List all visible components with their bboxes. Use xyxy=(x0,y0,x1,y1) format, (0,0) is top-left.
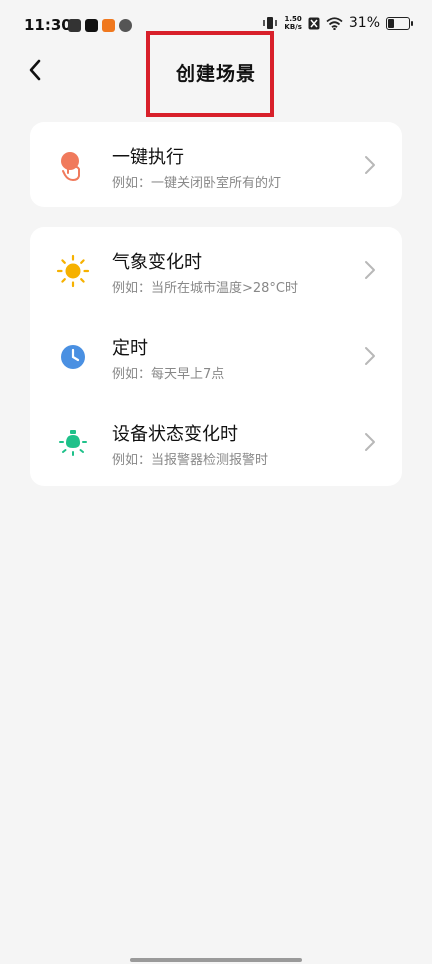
row-subtitle: 例如：每天早上7点 xyxy=(112,367,225,382)
chevron-right-icon xyxy=(365,347,375,365)
clock-icon xyxy=(56,340,90,374)
status-right-group: 1.50 KB/s 31% xyxy=(262,15,413,31)
battery-percent: 31% xyxy=(348,15,380,31)
vibrate-icon xyxy=(263,17,278,29)
chevron-left-icon xyxy=(29,59,41,81)
row-title: 设备状态变化时 xyxy=(112,424,238,445)
page-title: 创建场景 xyxy=(176,63,257,85)
auto-scene-card: 气象变化时 例如：当所在城市温度>28°C时 定时 例如：每天早上7点 设备状态… xyxy=(30,227,402,486)
fan-app-icon xyxy=(119,19,132,32)
row-weather-change[interactable]: 气象变化时 例如：当所在城市温度>28°C时 xyxy=(30,227,402,313)
row-one-key-execute[interactable]: 一键执行 例如：一键关闭卧室所有的灯 xyxy=(30,122,402,208)
status-time: 11:30 xyxy=(24,16,72,34)
network-speed: 1.50 KB/s xyxy=(284,15,301,31)
chevron-right-icon xyxy=(365,261,375,279)
sun-icon xyxy=(56,254,90,288)
tap-hand-icon xyxy=(56,149,90,183)
network-speed-unit: KB/s xyxy=(284,23,302,31)
wifi-icon xyxy=(326,16,343,30)
home-indicator[interactable] xyxy=(130,958,302,962)
row-timer[interactable]: 定时 例如：每天早上7点 xyxy=(30,313,402,399)
row-title: 定时 xyxy=(112,338,148,359)
tiktok-icon xyxy=(85,19,98,32)
row-subtitle: 例如：一键关闭卧室所有的灯 xyxy=(112,176,282,191)
manual-scene-card: 一键执行 例如：一键关闭卧室所有的灯 xyxy=(30,122,402,207)
row-subtitle: 例如：当报警器检测报警时 xyxy=(112,453,269,468)
back-button[interactable] xyxy=(22,56,48,84)
battery-icon xyxy=(386,16,413,30)
leaf-app-icon xyxy=(68,19,81,32)
network-speed-value: 1.50 xyxy=(284,15,302,23)
row-title: 一键执行 xyxy=(112,147,184,168)
chevron-right-icon xyxy=(365,433,375,451)
chevron-right-icon xyxy=(365,156,375,174)
bulb-icon xyxy=(56,426,90,460)
sim-icon xyxy=(308,17,320,29)
row-device-status-change[interactable]: 设备状态变化时 例如：当报警器检测报警时 xyxy=(30,399,402,485)
row-title: 气象变化时 xyxy=(112,252,202,273)
taobao-icon xyxy=(102,19,115,32)
row-subtitle: 例如：当所在城市温度>28°C时 xyxy=(112,281,299,296)
